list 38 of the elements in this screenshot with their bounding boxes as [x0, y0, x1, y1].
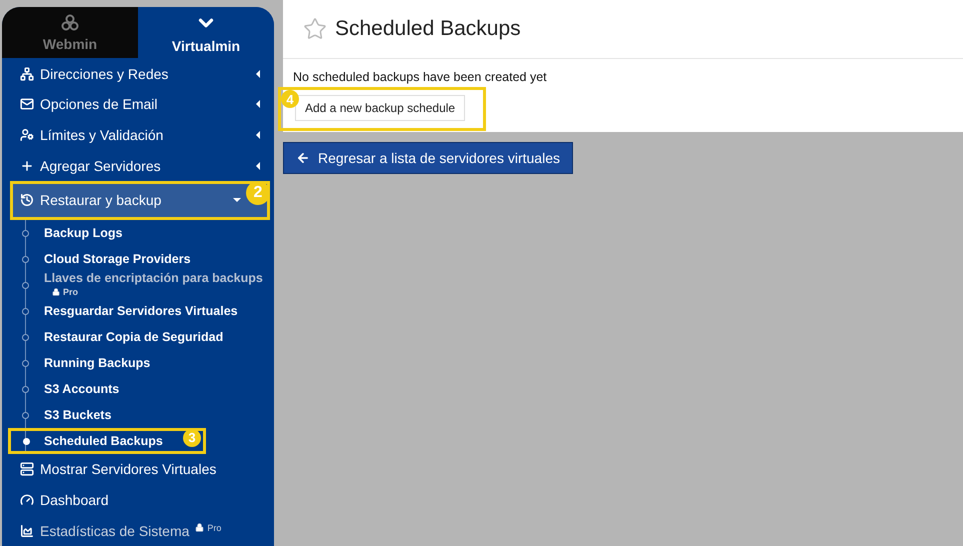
- server-icon: [20, 462, 34, 476]
- empty-message: No scheduled backups have been created yet: [293, 70, 548, 84]
- menu-item[interactable]: Opciones de Email: [2, 88, 274, 120]
- add-schedule-button[interactable]: Add a new backup schedule: [295, 95, 466, 121]
- menu-item[interactable]: Agregar Servidores: [2, 150, 274, 181]
- logo-icon: [61, 14, 79, 32]
- caret-icon: [256, 100, 260, 108]
- submenu-link[interactable]: Restaurar Copia de Seguridad: [44, 330, 224, 344]
- submenu-link[interactable]: Running Backups: [44, 356, 150, 370]
- callout-number: 4: [281, 90, 299, 108]
- menu-item[interactable]: Dashboard: [2, 484, 274, 516]
- pro-badge: Pro: [195, 522, 222, 533]
- callout-number: 3: [183, 428, 201, 447]
- submenu-link[interactable]: S3 Accounts: [44, 382, 120, 396]
- menu-item[interactable]: Direcciones y Redes: [2, 58, 274, 89]
- product-tab[interactable]: Webmin: [2, 7, 138, 58]
- submenu-link[interactable]: Resguardar Servidores Virtuales: [44, 304, 238, 318]
- caret-icon: [256, 70, 260, 78]
- submenu-link[interactable]: Backup Logs: [44, 226, 122, 240]
- history-icon: [20, 193, 34, 208]
- menu-item[interactable]: Mostrar Servidores Virtuales: [2, 454, 274, 485]
- submenu-link[interactable]: Scheduled Backups: [44, 434, 163, 448]
- pro-badge: Pro: [52, 284, 263, 299]
- envelope-icon: [20, 97, 34, 112]
- area-chart-icon: [20, 524, 34, 538]
- caret-icon: [233, 198, 241, 202]
- user-icon: [20, 128, 34, 142]
- gauge-icon: [20, 492, 34, 507]
- caret-icon: [256, 130, 260, 139]
- back-button[interactable]: Regresar a lista de servidores virtuales: [283, 142, 573, 174]
- submenu-link[interactable]: Cloud Storage Providers: [44, 252, 191, 266]
- caret-icon: [256, 162, 260, 170]
- menu-item[interactable]: Límites y Validación: [2, 120, 274, 150]
- star-icon[interactable]: [303, 17, 327, 41]
- submenu-link[interactable]: S3 Buckets: [44, 408, 112, 422]
- network-icon: [20, 66, 34, 80]
- plus-icon: [20, 158, 34, 173]
- page-title: Scheduled Backups: [335, 17, 521, 41]
